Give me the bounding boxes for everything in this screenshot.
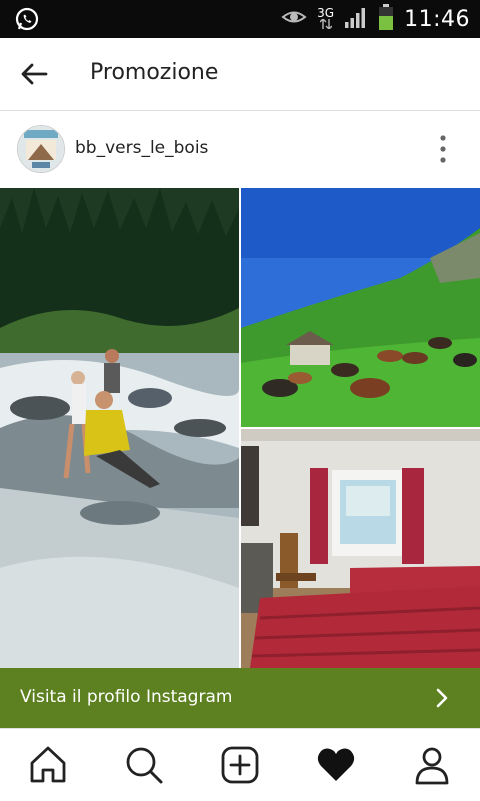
heart-icon[interactable] xyxy=(314,743,358,787)
add-post-icon[interactable] xyxy=(218,743,262,787)
post-image-collage[interactable] xyxy=(0,188,480,668)
battery-icon xyxy=(378,4,394,34)
profile-avatar[interactable] xyxy=(17,125,65,173)
bottom-tab-bar xyxy=(0,728,480,801)
search-icon[interactable] xyxy=(122,743,166,787)
signal-icon xyxy=(344,6,368,32)
status-bar: 3G 11:46 xyxy=(0,0,480,38)
network-indicator: 3G xyxy=(317,7,334,31)
visit-profile-button[interactable]: Visita il profilo Instagram xyxy=(0,668,480,728)
clock: 11:46 xyxy=(404,6,470,32)
photo-river-children xyxy=(0,188,240,668)
more-vertical-icon[interactable] xyxy=(432,133,454,165)
eye-icon xyxy=(281,8,307,30)
arrow-left-icon[interactable] xyxy=(18,58,50,90)
app-bar: Promozione xyxy=(0,38,480,111)
whatsapp-icon xyxy=(14,6,40,32)
data-arrows-icon xyxy=(317,18,334,31)
post-header: bb_vers_le_bois xyxy=(0,111,480,188)
profile-icon[interactable] xyxy=(410,743,454,787)
page-title: Promozione xyxy=(90,60,219,85)
network-type: 3G xyxy=(317,6,335,20)
visit-profile-label: Visita il profilo Instagram xyxy=(20,687,233,707)
home-icon[interactable] xyxy=(26,743,70,787)
post-username[interactable]: bb_vers_le_bois xyxy=(75,138,208,158)
chevron-right-icon xyxy=(430,686,454,710)
photo-alpine-cows xyxy=(241,188,480,427)
photo-bedroom xyxy=(241,429,480,668)
